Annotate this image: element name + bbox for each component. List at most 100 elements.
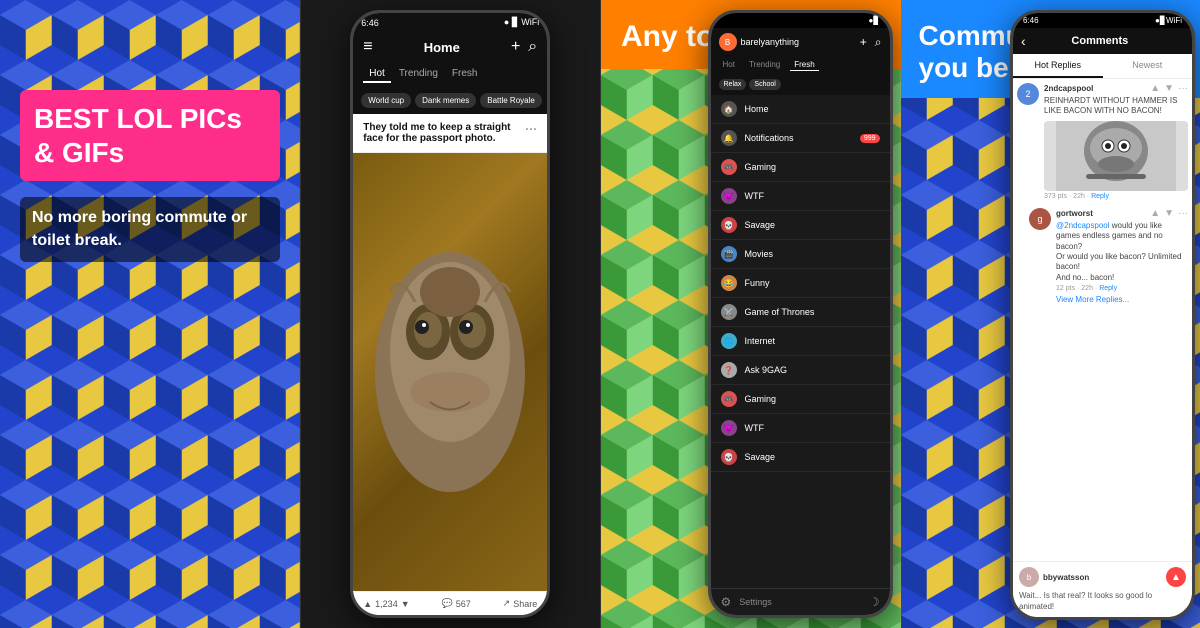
- menu-item-savage2[interactable]: 💀 Savage: [711, 443, 890, 472]
- bottom-avatar: b: [1019, 567, 1039, 587]
- statusbar-time-2: 6:46: [361, 18, 379, 28]
- settings-label: Settings: [739, 597, 772, 607]
- internet-icon: 🌐: [721, 333, 737, 349]
- upvote-icon: ▲: [363, 599, 372, 609]
- back-button[interactable]: ‹: [1021, 33, 1026, 49]
- comment-avatar-2: g: [1029, 208, 1051, 230]
- movies-icon: 🎬: [721, 246, 737, 262]
- p3-tab-trending[interactable]: Trending: [745, 59, 784, 71]
- menu-item-got[interactable]: ⚔️ Game of Thrones: [711, 298, 890, 327]
- comment-image-1: [1044, 121, 1188, 191]
- p3-topbar: B barelyanything + ⌕: [711, 28, 890, 56]
- menu-label-home: Home: [745, 104, 769, 114]
- menu-item-ask9gag[interactable]: ❓ Ask 9GAG: [711, 356, 890, 385]
- post-title-2: ··· They told me to keep a straight face…: [353, 114, 547, 153]
- menu-item-notifications[interactable]: 🔔 Notifications 999: [711, 124, 890, 153]
- post-footer-2: ▲ 1,234 ▼ 💬 567 ↗ Share: [353, 591, 547, 615]
- vote-icons-2: ▲ ▼ ···: [1150, 208, 1188, 219]
- menu-label-gaming2: Gaming: [745, 394, 777, 404]
- comment-item[interactable]: 💬 567: [442, 598, 471, 609]
- reply-link-2[interactable]: Reply: [1099, 285, 1117, 292]
- navbar-2: ≡ Home + ⌕: [353, 32, 547, 62]
- settings-gear-icon: ⚙: [721, 595, 732, 609]
- p3-user: B barelyanything: [719, 33, 800, 51]
- menu-label-funny: Funny: [745, 278, 770, 288]
- menu-item-home[interactable]: 🏠 Home: [711, 95, 890, 124]
- p3-signal: ●▊: [869, 16, 880, 25]
- wtf-icon: 😈: [721, 188, 737, 204]
- comment-meta-1: 373 pts · 22h · Reply: [1044, 193, 1188, 200]
- subtitle-box: No more boring commute or toilet break.: [20, 197, 280, 262]
- p3-topbar-icons: + ⌕: [860, 35, 882, 50]
- p3-add-icon[interactable]: +: [860, 35, 867, 50]
- menu-item-wtf[interactable]: 😈 WTF: [711, 182, 890, 211]
- p3-tab-hot[interactable]: Hot: [719, 59, 739, 71]
- share-item[interactable]: ↗ Share: [503, 598, 538, 609]
- comment-avatar-1: 2: [1017, 83, 1039, 105]
- p4-topbar: ‹ Comments: [1013, 28, 1192, 54]
- p3-menu: 🏠 Home 🔔 Notifications 999 🎮 Gaming 😈: [711, 95, 890, 588]
- comment-user-1: 2ndcapspool: [1044, 84, 1093, 93]
- nav-title-2: Home: [424, 40, 460, 55]
- view-more-replies[interactable]: View More Replies...: [1056, 295, 1188, 304]
- downvote-icon-2[interactable]: ▼: [1164, 208, 1174, 219]
- post-image-2: [353, 153, 547, 591]
- comment-header-1: 2ndcapspool ▲ ▼ ···: [1044, 83, 1188, 94]
- menu-item-gaming2[interactable]: 🎮 Gaming: [711, 385, 890, 414]
- menu-item-savage[interactable]: 💀 Savage: [711, 211, 890, 240]
- phone-frame-4: 6:46 ●▊WiFi ‹ Comments Hot Replies Newes…: [1010, 10, 1195, 620]
- panel1-content: BEST LOL PICs & GIFs No more boring comm…: [0, 0, 300, 628]
- menu-item-funny[interactable]: 😂 Funny: [711, 269, 890, 298]
- upvote-icon-2[interactable]: ▲: [1150, 208, 1160, 219]
- comment-header-2: gortworst ▲ ▼ ···: [1056, 208, 1188, 219]
- comment-row-1: 2 2ndcapspool ▲ ▼ ··· REINHARDT WITHOUT: [1017, 83, 1188, 200]
- comment-body-1: 2ndcapspool ▲ ▼ ··· REINHARDT WITHOUT HA…: [1044, 83, 1188, 200]
- phone-screen-3: ●▊ B barelyanything + ⌕ Hot Trending Fre…: [711, 13, 890, 615]
- p4-title: Comments: [1032, 35, 1168, 47]
- send-icon: ▲: [1171, 572, 1181, 583]
- comment-count: 567: [456, 599, 471, 609]
- tab-fresh[interactable]: Fresh: [446, 66, 484, 83]
- menu-item-movies[interactable]: 🎬 Movies: [711, 240, 890, 269]
- menu-item-internet[interactable]: 🌐 Internet: [711, 327, 890, 356]
- share-label: Share: [513, 599, 537, 609]
- menu-item-gaming[interactable]: 🎮 Gaming: [711, 153, 890, 182]
- upvote-count: 1,234: [375, 599, 398, 609]
- panel4-phone-area: 6:46 ●▊WiFi ‹ Comments Hot Replies Newes…: [1005, 0, 1200, 628]
- menu-item-wtf2[interactable]: 😈 WTF: [711, 414, 890, 443]
- vote-icons-1: ▲ ▼ ···: [1150, 83, 1188, 94]
- menu-icon[interactable]: ≡: [363, 38, 372, 56]
- upvote-item[interactable]: ▲ 1,234 ▼: [363, 599, 409, 609]
- upvote-icon-1[interactable]: ▲: [1150, 83, 1160, 94]
- tab-trending[interactable]: Trending: [393, 66, 444, 83]
- tab-hot[interactable]: Hot: [363, 66, 391, 83]
- subtitle-text: No more boring commute or toilet break.: [32, 207, 268, 252]
- statusbar-3: ●▊: [711, 13, 890, 28]
- panel-community: Community where you belong 6:46 ●▊WiFi ‹…: [901, 0, 1200, 628]
- p3-tab-fresh[interactable]: Fresh: [790, 59, 818, 71]
- p3-search-icon[interactable]: ⌕: [875, 35, 882, 50]
- p3-tag-bar: Relax School: [711, 76, 890, 95]
- p3-tag-school[interactable]: School: [749, 79, 780, 90]
- statusbar-4: 6:46 ●▊WiFi: [1013, 13, 1192, 28]
- post-dots[interactable]: ···: [525, 122, 537, 136]
- p4-tab-newest[interactable]: Newest: [1103, 54, 1193, 78]
- add-icon[interactable]: +: [511, 38, 520, 56]
- send-button[interactable]: ▲: [1166, 567, 1186, 587]
- search-icon[interactable]: ⌕: [528, 38, 537, 56]
- reply-link-1[interactable]: Reply: [1091, 193, 1109, 200]
- p4-tab-hot-replies[interactable]: Hot Replies: [1013, 54, 1103, 78]
- comment-body-2: gortworst ▲ ▼ ··· @2ndcapspool would you…: [1056, 208, 1188, 304]
- tag-worldcup[interactable]: World cup: [361, 93, 411, 108]
- statusbar-signal-2: ● ▊ WiFi: [504, 17, 539, 28]
- p3-settings[interactable]: ⚙ Settings ☽: [711, 588, 890, 615]
- comment-dots-2[interactable]: ···: [1178, 208, 1188, 219]
- savage2-icon: 💀: [721, 449, 737, 465]
- tag-battleroyale[interactable]: Battle Royale: [480, 93, 542, 108]
- comment-dots-1[interactable]: ···: [1178, 83, 1188, 94]
- p3-tag-relax[interactable]: Relax: [719, 79, 747, 90]
- tag-dankmemes[interactable]: Dank memes: [415, 93, 476, 108]
- share-icon: ↗: [503, 598, 511, 609]
- downvote-icon-1[interactable]: ▼: [1164, 83, 1174, 94]
- p4-time: 6:46: [1023, 16, 1039, 25]
